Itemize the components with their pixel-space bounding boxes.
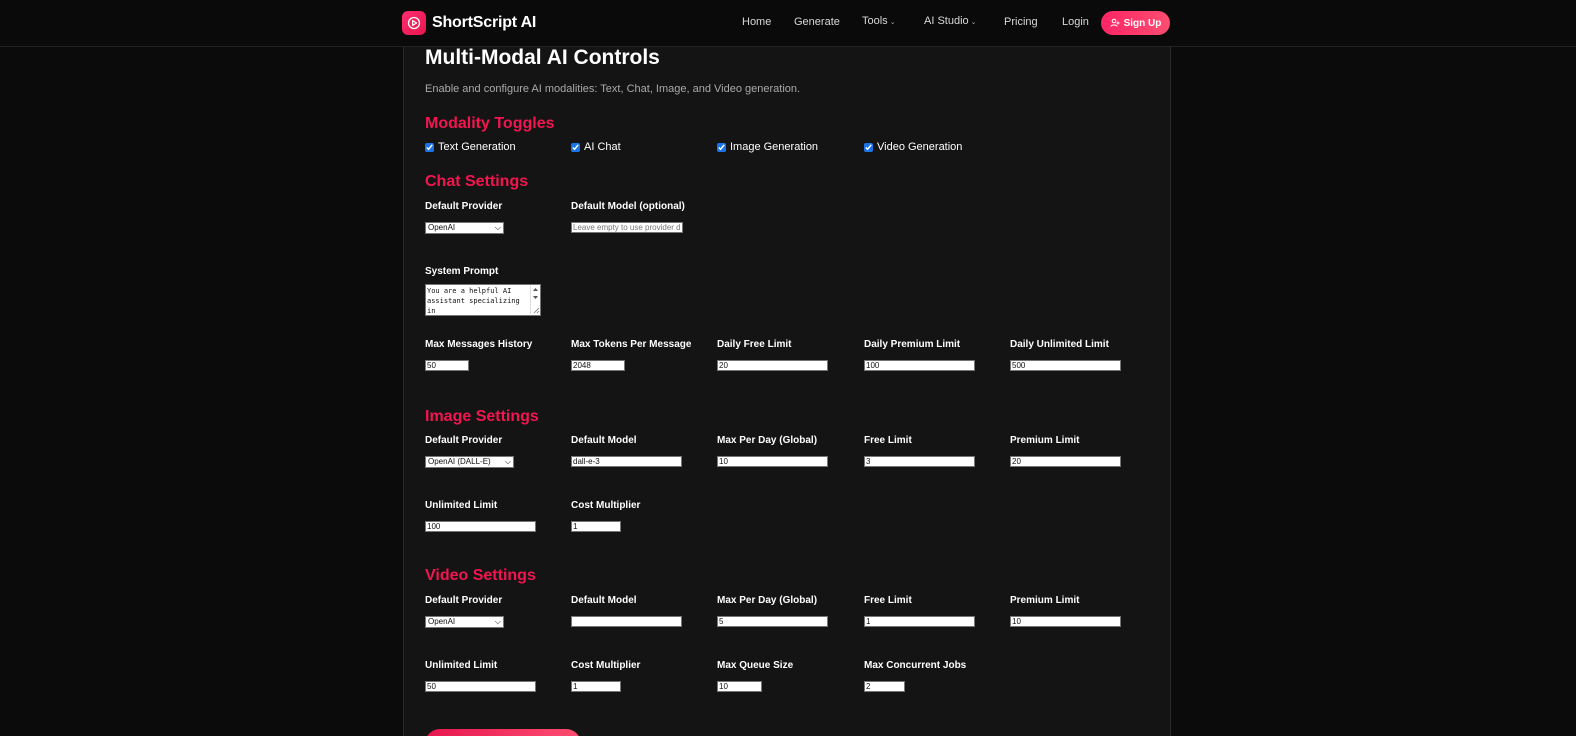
max-concurrent-jobs-input[interactable] bbox=[864, 681, 905, 692]
image-free-limit-input[interactable] bbox=[864, 456, 975, 467]
chevron-down-icon: ⌄ bbox=[889, 19, 896, 26]
image-provider-label: Default Provider bbox=[425, 435, 503, 446]
chevron-down-icon: ⌄ bbox=[970, 19, 977, 26]
video-model-input[interactable] bbox=[571, 616, 682, 627]
video-provider-select[interactable]: OpenAI ⌵ bbox=[425, 616, 504, 628]
toggle-video-generation[interactable]: Video Generation bbox=[864, 141, 962, 153]
nav-tools-label: Tools bbox=[862, 15, 888, 27]
image-generation-checkbox[interactable] bbox=[717, 142, 726, 152]
toggle-label: AI Chat bbox=[584, 141, 621, 153]
video-settings-title: Video Settings bbox=[425, 567, 536, 584]
toggle-label: Text Generation bbox=[438, 141, 516, 153]
chevron-down-icon: ⌵ bbox=[504, 457, 511, 466]
max-queue-size-input[interactable] bbox=[717, 681, 762, 692]
video-provider-value: OpenAI bbox=[428, 617, 456, 626]
nav-tools[interactable]: Tools ⌄ bbox=[862, 15, 896, 27]
chat-model-input[interactable] bbox=[571, 222, 683, 233]
image-unlimited-input[interactable] bbox=[425, 521, 536, 532]
nav-pricing[interactable]: Pricing bbox=[1004, 16, 1038, 28]
toggle-text-generation[interactable]: Text Generation bbox=[425, 141, 516, 153]
toggle-label: Video Generation bbox=[877, 141, 963, 153]
toggle-ai-chat[interactable]: AI Chat bbox=[571, 141, 621, 153]
chat-provider-value: OpenAI bbox=[428, 223, 456, 232]
page-title: Multi-Modal AI Controls bbox=[425, 46, 660, 69]
chat-settings-title: Chat Settings bbox=[425, 173, 529, 190]
image-provider-value: OpenAI (DALL-E) bbox=[428, 457, 491, 466]
system-prompt-value: You are a helpful AI assistant specializ… bbox=[427, 287, 520, 315]
daily-free-label: Daily Free Limit bbox=[717, 339, 792, 350]
video-max-per-day-label: Max Per Day (Global) bbox=[717, 595, 818, 606]
page-subtitle: Enable and configure AI modalities: Text… bbox=[425, 83, 801, 95]
max-tokens-label: Max Tokens Per Message bbox=[571, 339, 692, 350]
ai-chat-checkbox[interactable] bbox=[571, 142, 580, 152]
image-premium-limit-input[interactable] bbox=[1010, 456, 1121, 467]
video-unlimited-input[interactable] bbox=[425, 681, 536, 692]
image-free-limit-label: Free Limit bbox=[864, 435, 912, 446]
video-max-per-day-input[interactable] bbox=[717, 616, 828, 627]
daily-unlimited-label: Daily Unlimited Limit bbox=[1010, 339, 1109, 350]
toggle-label: Image Generation bbox=[730, 141, 819, 153]
image-max-per-day-input[interactable] bbox=[717, 456, 828, 467]
chevron-down-icon: ⌵ bbox=[494, 617, 501, 626]
chat-provider-select[interactable]: OpenAI ⌵ bbox=[425, 222, 504, 234]
video-generation-checkbox[interactable] bbox=[864, 142, 873, 152]
nav-ai-studio[interactable]: AI Studio ⌄ bbox=[924, 15, 977, 27]
video-unlimited-label: Unlimited Limit bbox=[425, 660, 498, 671]
image-settings-title: Image Settings bbox=[425, 408, 539, 425]
image-model-label: Default Model bbox=[571, 435, 637, 446]
video-provider-label: Default Provider bbox=[425, 595, 503, 606]
video-cost-label: Cost Multiplier bbox=[571, 660, 641, 671]
chat-provider-label: Default Provider bbox=[425, 201, 503, 212]
daily-premium-input[interactable] bbox=[864, 360, 975, 371]
image-cost-input[interactable] bbox=[571, 521, 621, 532]
save-settings-button[interactable] bbox=[425, 729, 581, 736]
user-plus-icon bbox=[1110, 18, 1120, 27]
image-max-per-day-label: Max Per Day (Global) bbox=[717, 435, 818, 446]
max-tokens-input[interactable] bbox=[571, 360, 625, 371]
image-unlimited-label: Unlimited Limit bbox=[425, 500, 498, 511]
max-history-input[interactable] bbox=[425, 360, 469, 371]
video-free-limit-input[interactable] bbox=[864, 616, 975, 627]
top-navbar: ShortScript AI Home Generate Tools ⌄ AI S… bbox=[0, 0, 1576, 47]
nav-home[interactable]: Home bbox=[742, 16, 771, 28]
daily-free-input[interactable] bbox=[717, 360, 828, 371]
max-history-label: Max Messages History bbox=[425, 339, 533, 350]
daily-unlimited-input[interactable] bbox=[1010, 360, 1121, 371]
image-model-input[interactable] bbox=[571, 456, 682, 467]
sign-up-label: Sign Up bbox=[1123, 17, 1162, 29]
nav-ai-studio-label: AI Studio bbox=[924, 15, 969, 27]
chevron-down-icon: ⌵ bbox=[494, 223, 501, 232]
nav-login[interactable]: Login bbox=[1062, 16, 1089, 28]
chat-model-label: Default Model (optional) bbox=[571, 201, 685, 212]
video-premium-limit-input[interactable] bbox=[1010, 616, 1121, 627]
image-premium-limit-label: Premium Limit bbox=[1010, 435, 1080, 446]
sign-up-button[interactable]: Sign Up bbox=[1101, 11, 1170, 35]
system-prompt-textarea[interactable]: You are a helpful AI assistant specializ… bbox=[425, 284, 541, 316]
image-provider-select[interactable]: OpenAI (DALL-E) ⌵ bbox=[425, 456, 514, 468]
image-cost-label: Cost Multiplier bbox=[571, 500, 641, 511]
video-cost-input[interactable] bbox=[571, 681, 621, 692]
video-premium-limit-label: Premium Limit bbox=[1010, 595, 1080, 606]
max-concurrent-jobs-label: Max Concurrent Jobs bbox=[864, 660, 967, 671]
video-free-limit-label: Free Limit bbox=[864, 595, 912, 606]
nav-generate[interactable]: Generate bbox=[794, 16, 840, 28]
textarea-scrollbar[interactable] bbox=[530, 286, 540, 314]
modality-toggles-title: Modality Toggles bbox=[425, 115, 555, 132]
max-queue-size-label: Max Queue Size bbox=[717, 660, 794, 671]
toggle-image-generation[interactable]: Image Generation bbox=[717, 141, 818, 153]
video-model-label: Default Model bbox=[571, 595, 637, 606]
daily-premium-label: Daily Premium Limit bbox=[864, 339, 961, 350]
text-generation-checkbox[interactable] bbox=[425, 142, 434, 152]
system-prompt-label: System Prompt bbox=[425, 266, 499, 277]
